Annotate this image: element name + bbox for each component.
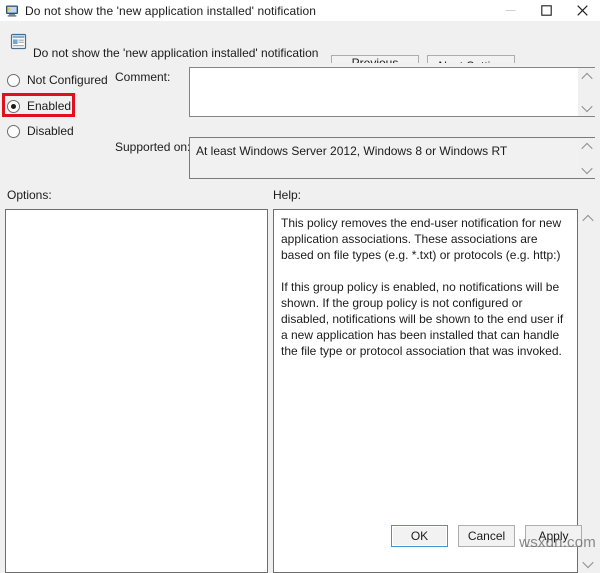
options-label: Options: <box>7 188 52 202</box>
help-paragraph: This policy removes the end-user notific… <box>281 216 562 262</box>
scroll-up-icon[interactable] <box>579 210 596 227</box>
ok-button[interactable]: OK <box>391 525 448 547</box>
help-label: Help: <box>273 188 302 202</box>
comment-label: Comment: <box>115 70 171 84</box>
help-text: This policy removes the end-user notific… <box>281 215 569 359</box>
supported-on-label: Supported on: <box>115 140 191 154</box>
minimize-icon[interactable] <box>492 0 528 21</box>
radio-label: Enabled <box>27 99 72 113</box>
window-controls <box>492 0 600 21</box>
maximize-icon[interactable] <box>528 0 564 21</box>
supported-on-field: At least Windows Server 2012, Windows 8 … <box>189 137 595 179</box>
policy-computer-icon <box>4 3 20 19</box>
radio-indicator <box>7 124 20 138</box>
scroll-down-icon[interactable] <box>579 555 596 572</box>
radio-label: Disabled <box>27 124 74 138</box>
radio-label: Not Configured <box>27 73 108 87</box>
help-paragraph: If this group policy is enabled, no noti… <box>281 280 564 358</box>
scroll-down-icon[interactable] <box>578 161 595 178</box>
cancel-button[interactable]: Cancel <box>458 525 515 547</box>
supported-on-value: At least Windows Server 2012, Windows 8 … <box>196 144 508 158</box>
scroll-up-icon[interactable] <box>578 138 595 155</box>
radio-not-configured[interactable]: Not Configured <box>7 73 108 87</box>
scroll-down-icon[interactable] <box>578 99 595 116</box>
title-bar: Do not show the 'new application install… <box>0 0 600 21</box>
policy-setting-icon <box>10 33 27 50</box>
dialog-body: Not Configured Enabled Disabled Comment:… <box>0 63 600 573</box>
radio-indicator <box>7 99 20 113</box>
help-scrollbar[interactable] <box>579 210 596 572</box>
setting-header: Do not show the 'new application install… <box>0 21 600 84</box>
window-title: Do not show the 'new application install… <box>25 3 317 18</box>
apply-button[interactable]: Apply <box>525 525 582 547</box>
setting-title: Do not show the 'new application install… <box>33 46 319 60</box>
scroll-up-icon[interactable] <box>578 68 595 85</box>
help-panel: This policy removes the end-user notific… <box>273 209 578 573</box>
radio-disabled[interactable]: Disabled <box>7 124 74 138</box>
options-panel[interactable] <box>5 209 268 573</box>
comment-input[interactable] <box>189 67 595 117</box>
supported-on-scrollbar[interactable] <box>578 138 595 178</box>
radio-enabled[interactable]: Enabled <box>7 99 71 113</box>
close-icon[interactable] <box>564 0 600 21</box>
radio-indicator <box>7 73 20 87</box>
comment-scrollbar[interactable] <box>578 68 595 116</box>
